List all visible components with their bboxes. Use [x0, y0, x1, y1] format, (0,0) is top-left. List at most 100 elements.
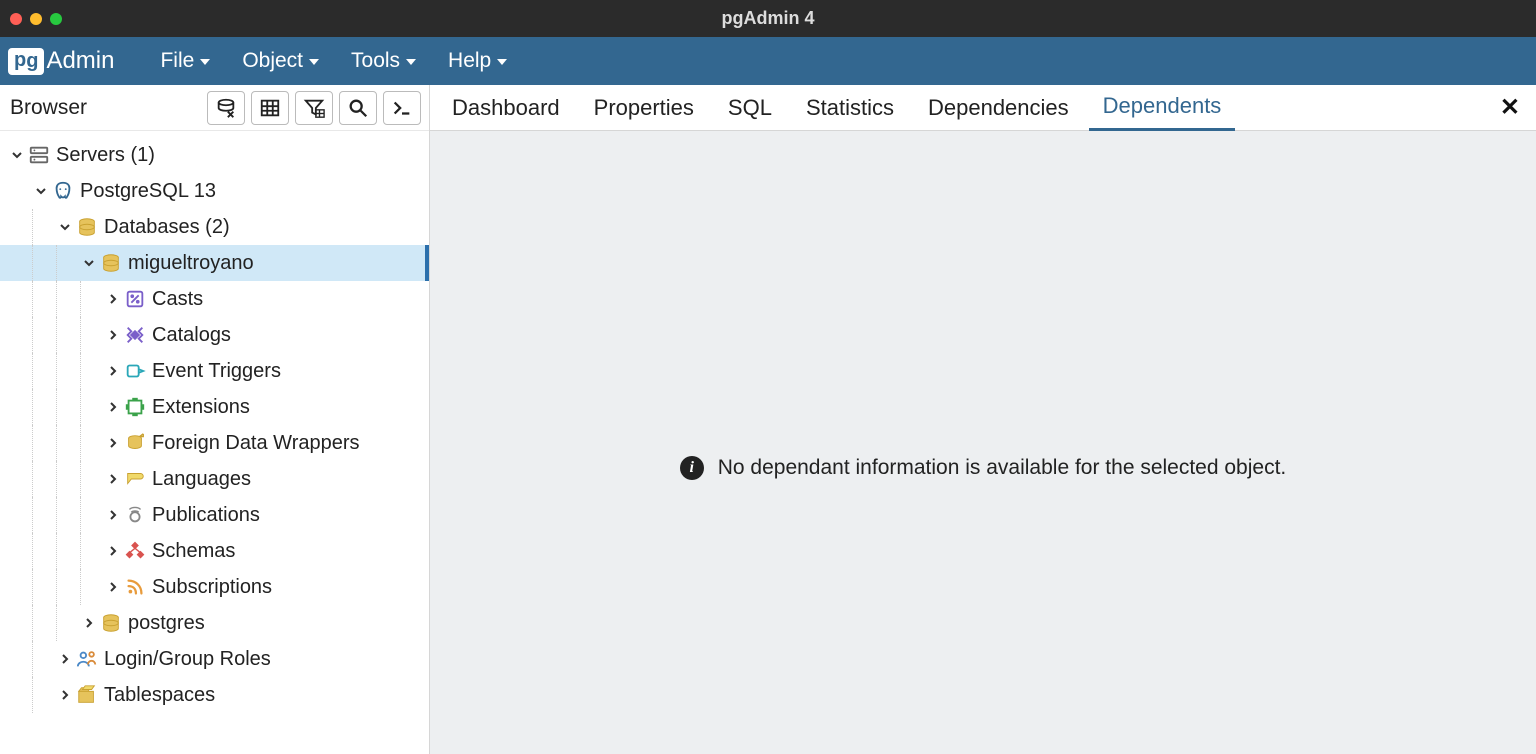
tree-toggle-icon[interactable] [32, 185, 50, 197]
search-objects-button[interactable] [339, 91, 377, 125]
tree-node-label: Extensions [152, 396, 250, 419]
tree-node-label: Catalogs [152, 324, 231, 347]
chevron-down-icon [200, 59, 210, 65]
tree-toggle-icon[interactable] [104, 509, 122, 521]
chevron-down-icon [309, 59, 319, 65]
tree-toggle-icon[interactable] [56, 689, 74, 701]
tree-node-servers[interactable]: Servers (1) [0, 137, 429, 173]
tree-node-databases[interactable]: Databases (2) [0, 209, 429, 245]
tree-toggle-icon[interactable] [56, 653, 74, 665]
tree-toggle-icon[interactable] [104, 437, 122, 449]
tree-node-extensions[interactable]: Extensions [0, 389, 429, 425]
window-title: pgAdmin 4 [722, 8, 815, 29]
filter-icon [303, 97, 325, 119]
window-controls [10, 13, 62, 25]
tree-node-publications[interactable]: Publications [0, 497, 429, 533]
window-close-button[interactable] [10, 13, 22, 25]
psql-tool-button[interactable] [383, 91, 421, 125]
tree-node-event-triggers[interactable]: Event Triggers [0, 353, 429, 389]
tree-node-label: Schemas [152, 540, 235, 563]
menu-tools-label: Tools [351, 49, 400, 73]
tab-dependencies[interactable]: Dependencies [914, 85, 1083, 131]
schemas-icon [122, 540, 148, 562]
servers-icon [26, 144, 52, 166]
tab-statistics[interactable]: Statistics [792, 85, 908, 131]
tree-node-languages[interactable]: Languages [0, 461, 429, 497]
browser-label: Browser [10, 96, 87, 120]
browser-toolbar [207, 91, 421, 125]
tree-node-label: Tablespaces [104, 684, 215, 707]
titlebar: pgAdmin 4 [0, 0, 1536, 37]
tree-node-postgres[interactable]: PostgreSQL 13 [0, 173, 429, 209]
tree-toggle-icon[interactable] [80, 617, 98, 629]
tree-node-label: Languages [152, 468, 251, 491]
tree-node-label: Subscriptions [152, 576, 272, 599]
tree-node-roles[interactable]: Login/Group Roles [0, 641, 429, 677]
database-icon [98, 252, 124, 274]
event-triggers-icon [122, 360, 148, 382]
tree-toggle-icon[interactable] [104, 473, 122, 485]
database-icon [98, 612, 124, 634]
view-data-button[interactable] [251, 91, 289, 125]
tab-dashboard[interactable]: Dashboard [438, 85, 574, 131]
casts-icon [122, 288, 148, 310]
tabs-row: DashboardPropertiesSQLStatisticsDependen… [430, 85, 1536, 131]
tree-toggle-icon[interactable] [104, 581, 122, 593]
tab-content: i No dependant information is available … [430, 131, 1536, 754]
window-minimize-button[interactable] [30, 13, 42, 25]
tree-node-label: Publications [152, 504, 260, 527]
databases-icon [74, 216, 100, 238]
menu-help-label: Help [448, 49, 491, 73]
tree-node-label: migueltroyano [128, 252, 254, 275]
tree-node-database[interactable]: postgres [0, 605, 429, 641]
query-tool-button[interactable] [207, 91, 245, 125]
tree-toggle-icon[interactable] [56, 221, 74, 233]
chevron-down-icon [406, 59, 416, 65]
tree-toggle-icon[interactable] [104, 545, 122, 557]
logo-badge: pg [8, 48, 44, 75]
tree-node-database[interactable]: migueltroyano [0, 245, 429, 281]
tree-node-schemas[interactable]: Schemas [0, 533, 429, 569]
tree-node-tablespaces[interactable]: Tablespaces [0, 677, 429, 713]
tree-node-label: Event Triggers [152, 360, 281, 383]
terminal-icon [391, 97, 413, 119]
filtered-rows-button[interactable] [295, 91, 333, 125]
close-tab-button[interactable]: ✕ [1500, 93, 1520, 122]
tree-toggle-icon[interactable] [104, 401, 122, 413]
info-icon: i [680, 456, 704, 480]
menu-object-label: Object [242, 49, 303, 73]
tab-dependents[interactable]: Dependents [1089, 85, 1236, 131]
tree-toggle-icon[interactable] [8, 149, 26, 161]
menubar: pgAdmin File Object Tools Help [0, 37, 1536, 85]
logo-text: Admin [46, 47, 114, 75]
publications-icon [122, 504, 148, 526]
tree-node-label: PostgreSQL 13 [80, 180, 216, 203]
sidebar-header: Browser [0, 85, 429, 131]
tree-node-label: Foreign Data Wrappers [152, 432, 360, 455]
tree-node-subscriptions[interactable]: Subscriptions [0, 569, 429, 605]
browser-tree[interactable]: Servers (1) PostgreSQL 13 Databases (2) mig… [0, 131, 429, 754]
sidebar: Browser Servers (1) PostgreSQL 13 [0, 85, 430, 754]
tree-node-label: Casts [152, 288, 203, 311]
postgres-icon [50, 180, 76, 202]
window-maximize-button[interactable] [50, 13, 62, 25]
tree-toggle-icon[interactable] [80, 257, 98, 269]
tree-node-fdw[interactable]: Foreign Data Wrappers [0, 425, 429, 461]
tab-properties[interactable]: Properties [580, 85, 708, 131]
tree-node-label: Servers (1) [56, 144, 155, 167]
roles-icon [74, 648, 100, 670]
tree-toggle-icon[interactable] [104, 293, 122, 305]
chevron-down-icon [497, 59, 507, 65]
tree-node-label: Databases (2) [104, 216, 230, 239]
main-panel: DashboardPropertiesSQLStatisticsDependen… [430, 85, 1536, 754]
menu-file[interactable]: File [144, 49, 226, 73]
menu-help[interactable]: Help [432, 49, 523, 73]
table-icon [259, 97, 281, 119]
tab-sql[interactable]: SQL [714, 85, 786, 131]
tree-node-catalogs[interactable]: Catalogs [0, 317, 429, 353]
menu-object[interactable]: Object [226, 49, 335, 73]
tree-toggle-icon[interactable] [104, 329, 122, 341]
tree-node-casts[interactable]: Casts [0, 281, 429, 317]
menu-tools[interactable]: Tools [335, 49, 432, 73]
tree-toggle-icon[interactable] [104, 365, 122, 377]
